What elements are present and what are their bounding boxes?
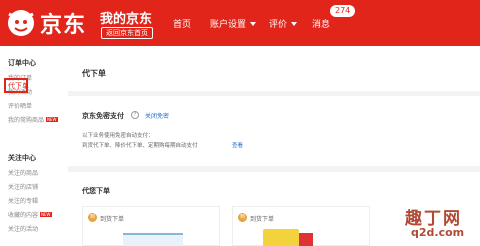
product-image-accent bbox=[299, 233, 313, 246]
new-badge: NEW bbox=[40, 212, 52, 217]
info-icon[interactable]: ? bbox=[131, 111, 139, 119]
sidebar-item-followed-shops[interactable]: 关注的店铺 bbox=[8, 182, 38, 191]
title-panel bbox=[68, 46, 480, 91]
sidebar-title-follow-center: 关注中心 bbox=[8, 154, 36, 162]
proxy-order-section-title: 代您下单 bbox=[82, 187, 110, 195]
card-label: 到货下单 bbox=[250, 216, 275, 223]
sidebar-item-followed-activities[interactable]: 关注的活动 bbox=[8, 224, 38, 233]
view-link[interactable]: 查看 bbox=[232, 141, 243, 149]
nav-review[interactable]: 评价 bbox=[269, 17, 298, 30]
product-card[interactable]: 到 到货下单 bbox=[82, 206, 220, 246]
chevron-down-icon bbox=[291, 22, 298, 26]
product-card[interactable]: 到 到货下单 bbox=[232, 206, 370, 246]
logo-text: 京东 bbox=[40, 12, 87, 38]
sidebar-item-saved-content[interactable]: 收藏的内容 NEW bbox=[8, 210, 52, 219]
sidebar-item-frequent-goods[interactable]: 我的常购商品 NEW bbox=[8, 115, 58, 124]
jd-logo[interactable]: 京东 bbox=[6, 6, 86, 40]
jd-dog-icon bbox=[6, 8, 36, 38]
secret-free-pay-title: 京东免密支付 bbox=[82, 112, 124, 120]
sidebar-item-saved-content-label: 收藏的内容 bbox=[8, 212, 39, 219]
chevron-down-icon bbox=[250, 22, 257, 26]
sidebar-item-followed-goods[interactable]: 关注的商品 bbox=[8, 168, 38, 177]
watermark-en: q2d.com bbox=[411, 226, 465, 239]
page-title: 代下单 bbox=[82, 69, 106, 78]
back-home-button[interactable]: 返回京东首页 bbox=[101, 27, 153, 39]
my-jd-title: 我的京东 bbox=[100, 12, 153, 27]
pay-description-line2: 到货代下单、降价代下单、定期购每期自动支付 bbox=[82, 143, 198, 149]
nav-home[interactable]: 首页 bbox=[173, 17, 191, 30]
watermark-logo: 趣丁网 q2d.com bbox=[403, 202, 477, 244]
pay-description-line1: 以下业务使用免密自动支付： bbox=[82, 133, 154, 139]
card-label: 到货下单 bbox=[100, 216, 125, 223]
top-header: 京东 我的京东 返回京东首页 首页 账户设置 评价 消息 274 bbox=[0, 0, 480, 46]
arrival-badge-icon: 到 bbox=[238, 213, 247, 222]
nav-account-settings[interactable]: 账户设置 bbox=[210, 17, 257, 30]
new-badge: NEW bbox=[46, 117, 58, 122]
product-image bbox=[123, 233, 183, 246]
nav-messages[interactable]: 消息 bbox=[312, 17, 330, 30]
close-secret-free-link[interactable]: 关闭免密 bbox=[145, 111, 169, 120]
sidebar-item-proxy-order[interactable]: 代下单 bbox=[8, 81, 29, 91]
arrival-badge-icon: 到 bbox=[88, 213, 97, 222]
sidebar-item-reviews[interactable]: 评价晒单 bbox=[8, 101, 32, 110]
nav-review-label: 评价 bbox=[269, 20, 288, 30]
sidebar-item-frequent-goods-label: 我的常购商品 bbox=[8, 117, 45, 124]
sidebar-title-order-center: 订单中心 bbox=[8, 59, 36, 67]
nav-account-settings-label: 账户设置 bbox=[210, 20, 247, 30]
message-count-badge: 274 bbox=[330, 5, 356, 17]
product-image bbox=[263, 229, 299, 246]
sidebar-item-followed-albums[interactable]: 关注的专辑 bbox=[8, 196, 38, 205]
